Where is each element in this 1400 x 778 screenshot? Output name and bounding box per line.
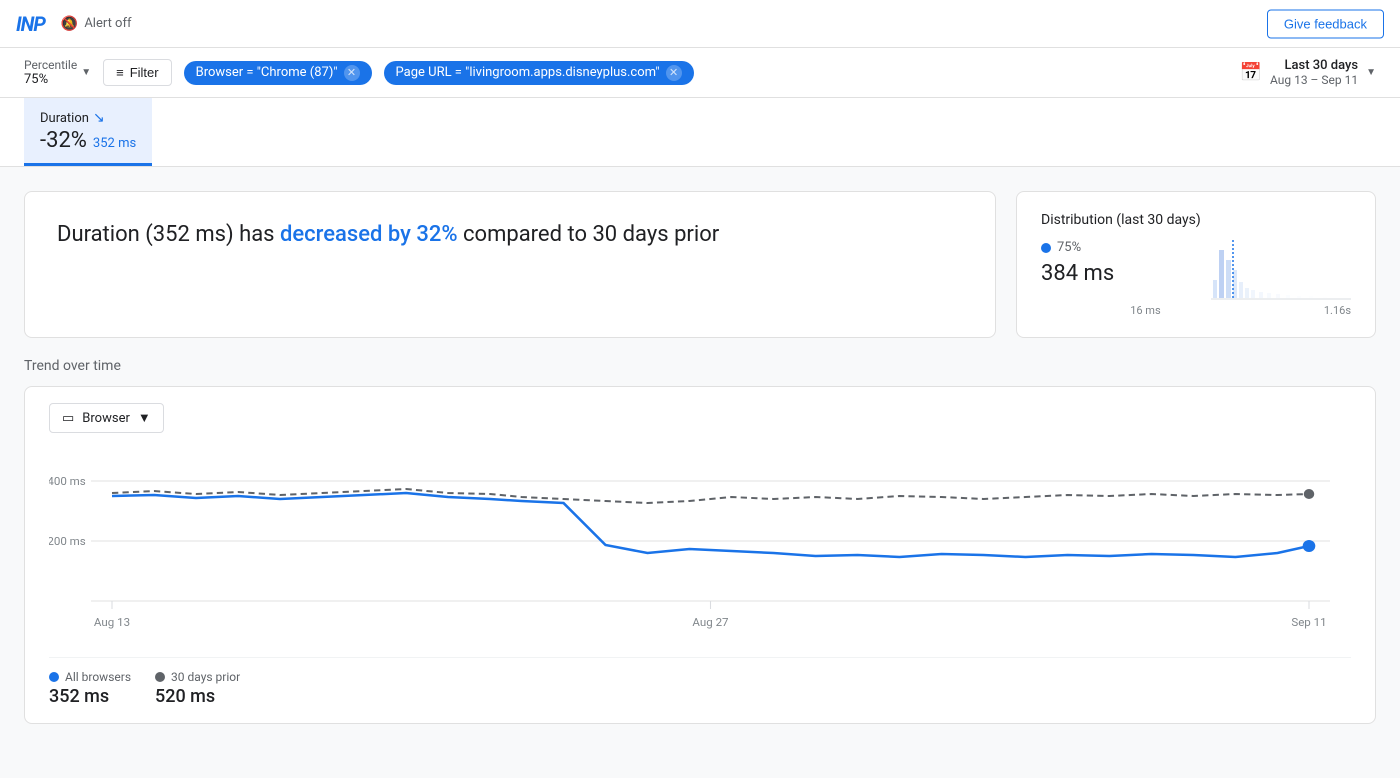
date-range-sub: Aug 13 – Sep 11 bbox=[1270, 73, 1358, 87]
distribution-card: Distribution (last 30 days) 75% 384 ms bbox=[1016, 191, 1376, 338]
browser-selector-label: Browser bbox=[82, 411, 130, 426]
svg-text:Sep 11: Sep 11 bbox=[1291, 616, 1326, 629]
distribution-chart: 16 ms 1.16s bbox=[1130, 240, 1351, 317]
legend-all-browsers: All browsers 352 ms bbox=[49, 670, 131, 707]
svg-text:Aug 27: Aug 27 bbox=[692, 616, 728, 629]
summary-before: Duration (352 ms) has bbox=[57, 222, 280, 247]
svg-text:Aug 13: Aug 13 bbox=[94, 616, 130, 629]
dist-range-end: 1.16s bbox=[1324, 304, 1351, 317]
legend-all-browsers-value: 352 ms bbox=[49, 686, 131, 707]
main-content: Duration (352 ms) has decreased by 32% c… bbox=[0, 167, 1400, 748]
dist-value: 384 ms bbox=[1041, 261, 1114, 286]
dist-range-start: 16 ms bbox=[1130, 304, 1160, 317]
trend-chart-container: 400 ms 200 ms Aug 13 Aug 27 Sep 11 bbox=[49, 441, 1351, 641]
svg-text:200 ms: 200 ms bbox=[49, 535, 86, 548]
trend-card: ▭ Browser ▼ 400 ms 200 ms Aug 13 Aug 27 bbox=[24, 386, 1376, 724]
tab-trend-icon: ↘ bbox=[93, 110, 105, 126]
browser-icon: ▭ bbox=[62, 411, 74, 426]
give-feedback-button[interactable]: Give feedback bbox=[1267, 9, 1384, 38]
tab-duration-name: Duration bbox=[40, 111, 89, 126]
svg-text:400 ms: 400 ms bbox=[49, 475, 86, 488]
dist-dot-icon bbox=[1041, 243, 1051, 253]
toolbar: Percentile 75% ▼ ≡ Filter Browser = "Chr… bbox=[0, 48, 1400, 98]
tab-change-value: -32% bbox=[40, 128, 87, 153]
percentile-label: Percentile bbox=[24, 58, 77, 72]
percentile-chevron-icon: ▼ bbox=[81, 67, 91, 78]
alert-toggle[interactable]: 🔕 Alert off bbox=[61, 16, 132, 32]
alert-label: Alert off bbox=[84, 16, 131, 31]
summary-highlight: decreased by 32% bbox=[280, 222, 458, 247]
dist-chart-labels: 16 ms 1.16s bbox=[1130, 304, 1351, 317]
chip-browser-label: Browser = "Chrome (87)" bbox=[196, 65, 338, 80]
legend-all-browsers-label: All browsers bbox=[65, 670, 131, 684]
chip-browser-close[interactable]: ✕ bbox=[344, 65, 360, 81]
legend-prior-value: 520 ms bbox=[155, 686, 240, 707]
distribution-title: Distribution (last 30 days) bbox=[1041, 212, 1351, 228]
chart-legend: All browsers 352 ms 30 days prior 520 ms bbox=[49, 657, 1351, 707]
percentile-selector[interactable]: Percentile 75% ▼ bbox=[24, 58, 91, 87]
legend-grey-dot bbox=[155, 672, 165, 682]
date-range-selector[interactable]: 📅 Last 30 days Aug 13 – Sep 11 ▼ bbox=[1240, 58, 1376, 87]
browser-selector[interactable]: ▭ Browser ▼ bbox=[49, 403, 164, 433]
app-logo: INP bbox=[16, 12, 45, 36]
legend-blue-dot bbox=[49, 672, 59, 682]
percentile-value: 75% bbox=[24, 72, 77, 87]
metric-tabs: Duration ↘ -32% 352 ms bbox=[0, 98, 1400, 167]
chip-url-label: Page URL = "livingroom.apps.disneyplus.c… bbox=[396, 65, 660, 80]
summary-text: Duration (352 ms) has decreased by 32% c… bbox=[57, 220, 963, 251]
header: INP 🔕 Alert off Give feedback bbox=[0, 0, 1400, 48]
browser-chevron-icon: ▼ bbox=[138, 410, 151, 426]
bell-off-icon: 🔕 bbox=[61, 16, 78, 32]
calendar-icon: 📅 bbox=[1240, 62, 1262, 83]
trend-title: Trend over time bbox=[24, 358, 1376, 374]
date-chevron-icon: ▼ bbox=[1366, 67, 1376, 78]
chip-url: Page URL = "livingroom.apps.disneyplus.c… bbox=[384, 61, 694, 85]
chip-browser: Browser = "Chrome (87)" ✕ bbox=[184, 61, 372, 85]
dist-legend-pct: 75% bbox=[1057, 240, 1081, 255]
dist-chart-svg bbox=[1211, 240, 1351, 300]
tab-duration[interactable]: Duration ↘ -32% 352 ms bbox=[24, 98, 152, 166]
filter-icon: ≡ bbox=[116, 65, 124, 80]
trend-chart-svg: 400 ms 200 ms Aug 13 Aug 27 Sep 11 bbox=[49, 441, 1351, 641]
filter-button[interactable]: ≡ Filter bbox=[103, 59, 171, 86]
chip-url-close[interactable]: ✕ bbox=[666, 65, 682, 81]
filter-label: Filter bbox=[130, 65, 159, 80]
summary-card: Duration (352 ms) has decreased by 32% c… bbox=[24, 191, 996, 338]
trend-section: Trend over time ▭ Browser ▼ 400 ms 200 m… bbox=[24, 358, 1376, 724]
date-range-label: Last 30 days bbox=[1270, 58, 1358, 73]
legend-prior-label: 30 days prior bbox=[171, 670, 240, 684]
legend-30-days-prior: 30 days prior 520 ms bbox=[155, 670, 240, 707]
summary-row: Duration (352 ms) has decreased by 32% c… bbox=[24, 191, 1376, 338]
summary-after: compared to 30 days prior bbox=[458, 222, 720, 247]
tab-current-value: 352 ms bbox=[93, 136, 136, 151]
